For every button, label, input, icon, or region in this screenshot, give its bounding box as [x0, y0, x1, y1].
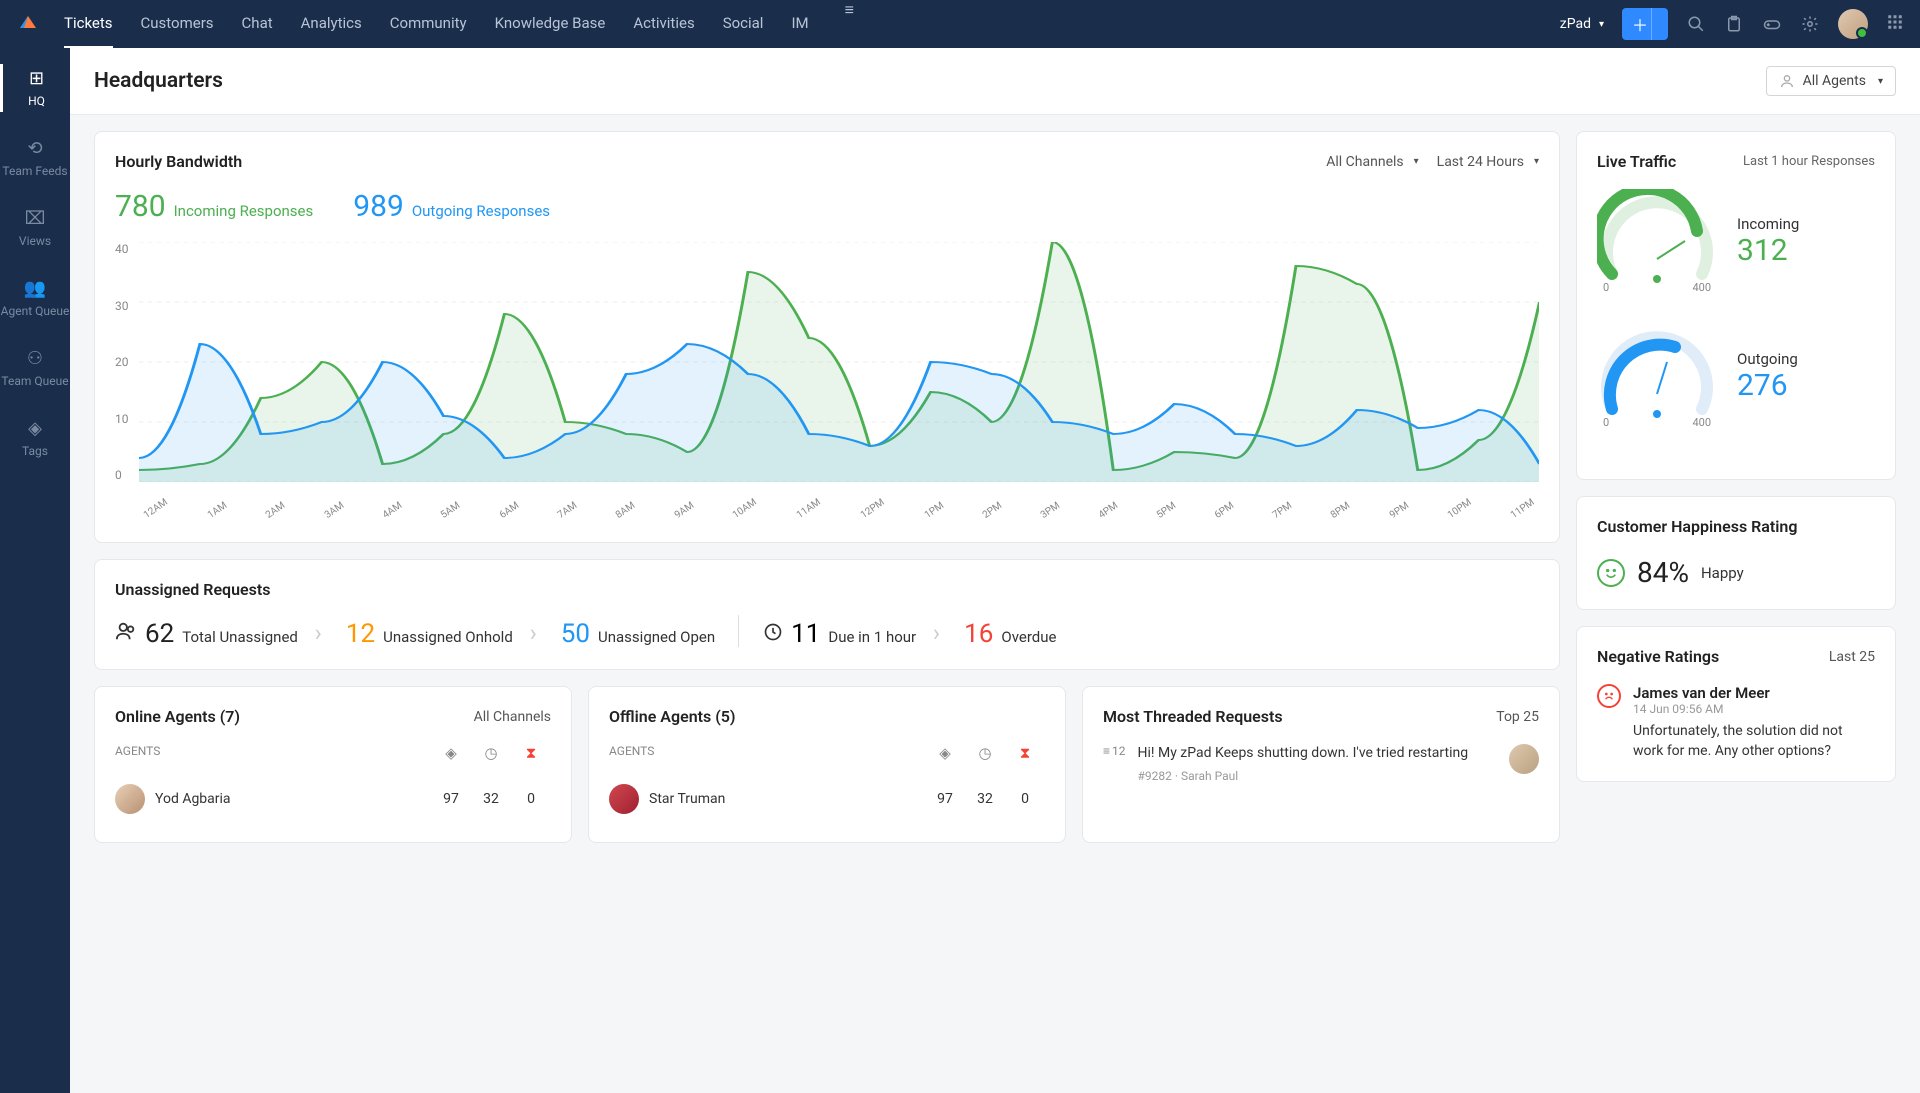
rating-item[interactable]: James van der Meer 14 Jun 09:56 AM Unfor… — [1597, 684, 1875, 761]
tag-icon: ◈ — [28, 418, 42, 440]
hourglass-icon: ⧗ — [511, 744, 551, 762]
sidebar-views[interactable]: ⌧ Views — [0, 204, 70, 252]
bandwidth-chart: 403020100 12AM1AM2AM3AM4AM5AM6AM7AM8AM9A… — [115, 242, 1539, 522]
nav-community[interactable]: Community — [390, 0, 467, 48]
views-icon: ⌧ — [25, 208, 46, 230]
clock-icon: ◷ — [965, 744, 1005, 762]
sidebar-label: Team Feeds — [2, 164, 67, 178]
search-icon[interactable] — [1686, 14, 1706, 34]
apps-grid-icon[interactable] — [1886, 13, 1904, 35]
nav-activities[interactable]: Activities — [633, 0, 694, 48]
page-title: Headquarters — [94, 69, 223, 93]
game-icon[interactable] — [1762, 14, 1782, 34]
nav-im[interactable]: IM — [791, 0, 808, 48]
agent-filter-dropdown[interactable]: All Agents — [1766, 66, 1896, 96]
live-traffic-subtitle: Last 1 hour Responses — [1743, 154, 1875, 169]
total-unassigned[interactable]: 62 Total Unassigned — [115, 619, 322, 649]
happiness-card: Customer Happiness Rating 84% Happy — [1576, 496, 1896, 610]
page-header: Headquarters All Agents — [70, 48, 1920, 115]
thread-count: ≡12 — [1103, 744, 1126, 758]
add-button[interactable]: ＋ — [1622, 8, 1668, 40]
negative-ratings-card: Negative Ratings Last 25 James van der M… — [1576, 626, 1896, 782]
incoming-stat: 780 Incoming Responses — [115, 189, 313, 224]
threaded-card: Most Threaded Requests Top 25 ≡12 Hi! My… — [1082, 686, 1560, 843]
nav-analytics[interactable]: Analytics — [301, 0, 362, 48]
ticket-icon: ◈ — [431, 744, 471, 762]
agent-avatar — [609, 784, 639, 814]
bandwidth-title: Hourly Bandwidth — [115, 152, 242, 171]
sidebar: ⊞ HQ ⟲ Team Feeds ⌧ Views 👥 Agent Queue … — [0, 48, 70, 1093]
gear-icon[interactable] — [1800, 14, 1820, 34]
nav-more-icon[interactable]: ≡ — [837, 0, 862, 48]
agents-header: AGENTS — [609, 744, 925, 762]
top-nav: Tickets Customers Chat Analytics Communi… — [0, 0, 1920, 48]
sad-face-icon — [1597, 684, 1621, 708]
time-filter[interactable]: Last 24 Hours — [1437, 154, 1539, 170]
sidebar-team-queue[interactable]: ⚇ Team Queue — [0, 344, 70, 392]
due-soon[interactable]: 11 Due in 1 hour — [763, 619, 940, 649]
product-dropdown[interactable]: zPad — [1560, 16, 1604, 32]
sidebar-agent-queue[interactable]: 👥 Agent Queue — [0, 274, 70, 322]
negative-filter[interactable]: Last 25 — [1829, 649, 1875, 665]
incoming-gauge: 0400 Incoming 312 — [1597, 189, 1875, 294]
grid-icon: ⊞ — [29, 68, 44, 90]
sidebar-label: Views — [19, 234, 51, 248]
sidebar-label: Tags — [22, 444, 48, 458]
offline-agents-title: Offline Agents (5) — [609, 707, 736, 726]
bandwidth-card: Hourly Bandwidth All Channels Last 24 Ho… — [94, 131, 1560, 543]
nav-kb[interactable]: Knowledge Base — [495, 0, 606, 48]
threaded-filter[interactable]: Top 25 — [1496, 709, 1539, 725]
live-traffic-card: Live Traffic Last 1 hour Responses — [1576, 131, 1896, 480]
happiness-title: Customer Happiness Rating — [1597, 517, 1875, 536]
thread-item[interactable]: ≡12 Hi! My zPad Keeps shutting down. I'v… — [1103, 744, 1539, 784]
sidebar-label: HQ — [28, 94, 45, 108]
unassigned-open[interactable]: 50 Unassigned Open — [561, 619, 739, 649]
clipboard-icon[interactable] — [1724, 14, 1744, 34]
negative-title: Negative Ratings — [1597, 647, 1719, 666]
hourglass-icon: ⧗ — [1005, 744, 1045, 762]
outgoing-stat: 989 Outgoing Responses — [353, 189, 550, 224]
offline-agents-card: Offline Agents (5) AGENTS ◈ ◷ ⧗ — [588, 686, 1066, 843]
online-agents-title: Online Agents (7) — [115, 707, 240, 726]
clock-icon: ◷ — [471, 744, 511, 762]
nav-tickets[interactable]: Tickets — [64, 0, 113, 48]
sidebar-tags[interactable]: ◈ Tags — [0, 414, 70, 462]
thread-avatar — [1509, 744, 1539, 774]
sidebar-team-feeds[interactable]: ⟲ Team Feeds — [0, 134, 70, 182]
unassigned-card: Unassigned Requests 62 Total Unassigned … — [94, 559, 1560, 670]
online-agents-card: Online Agents (7) All Channels AGENTS ◈ … — [94, 686, 572, 843]
user-avatar[interactable] — [1838, 9, 1868, 39]
agents-header: AGENTS — [115, 744, 431, 762]
agent-icon: 👥 — [24, 278, 46, 300]
outgoing-gauge: 0400 Outgoing 276 — [1597, 324, 1875, 429]
happy-face-icon — [1597, 559, 1625, 587]
agent-row[interactable]: Star Truman 97 32 0 — [609, 776, 1045, 822]
sidebar-label: Team Queue — [1, 374, 68, 388]
channel-filter[interactable]: All Channels — [1326, 154, 1418, 170]
unassigned-onhold[interactable]: 12 Unassigned Onhold — [346, 619, 537, 649]
threaded-title: Most Threaded Requests — [1103, 707, 1283, 726]
team-icon: ⚇ — [27, 348, 43, 370]
unassigned-title: Unassigned Requests — [115, 580, 1539, 599]
live-traffic-title: Live Traffic — [1597, 152, 1676, 171]
overdue[interactable]: 16 Overdue — [964, 619, 1056, 649]
agent-row[interactable]: Yod Agbaria 97 32 0 — [115, 776, 551, 822]
ticket-icon: ◈ — [925, 744, 965, 762]
sidebar-hq[interactable]: ⊞ HQ — [0, 64, 70, 112]
online-channel-filter[interactable]: All Channels — [474, 709, 551, 725]
logo[interactable] — [16, 12, 40, 36]
agent-avatar — [115, 784, 145, 814]
sidebar-label: Agent Queue — [1, 304, 70, 318]
nav-social[interactable]: Social — [723, 0, 764, 48]
nav-customers[interactable]: Customers — [141, 0, 214, 48]
nav-chat[interactable]: Chat — [242, 0, 273, 48]
feed-icon: ⟲ — [27, 138, 42, 160]
